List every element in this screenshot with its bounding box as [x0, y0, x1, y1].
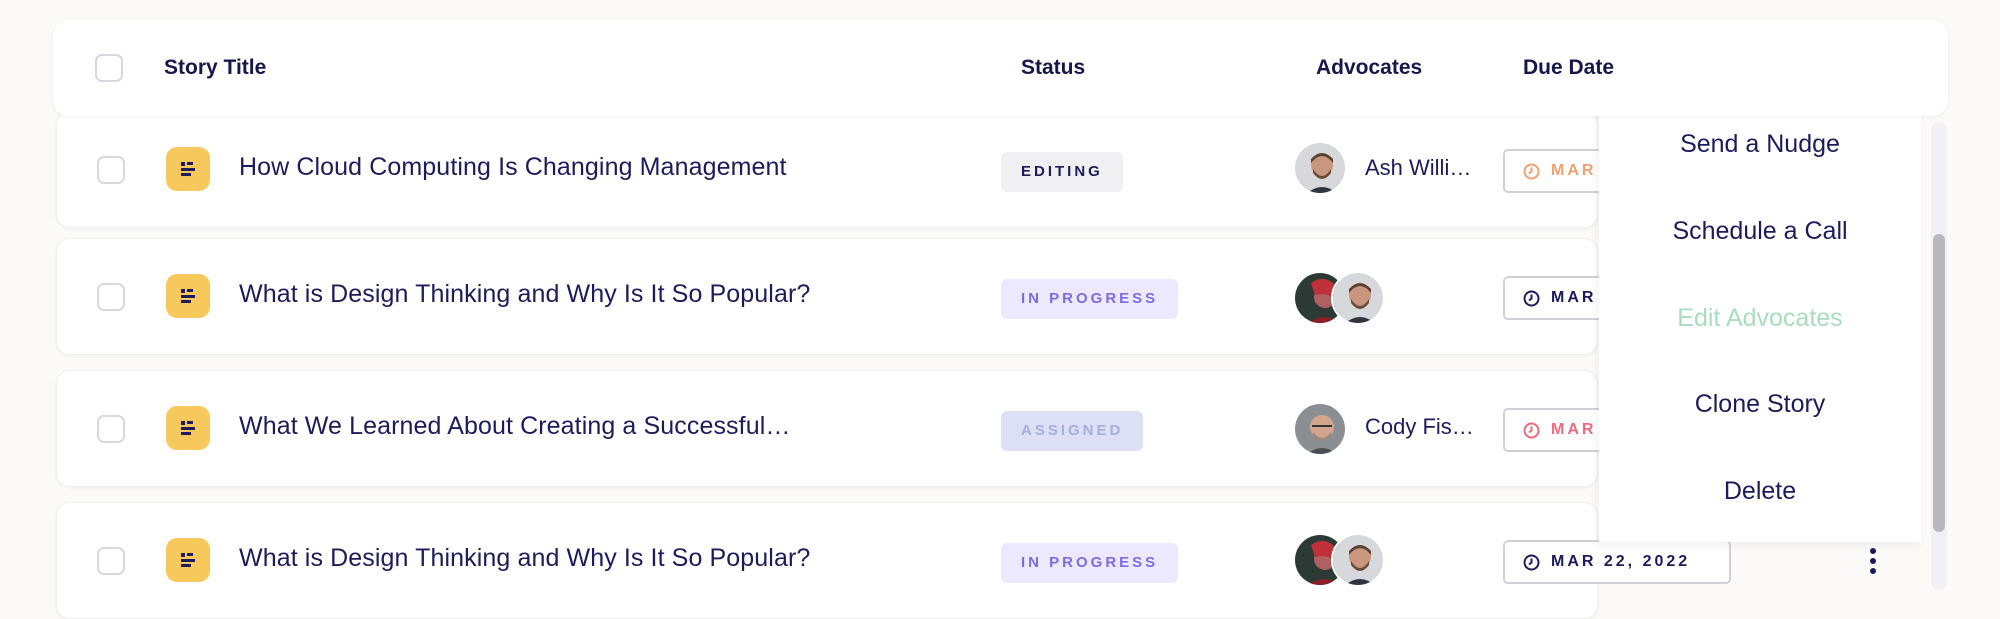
column-header-due-date[interactable]: Due Date — [1523, 56, 1614, 80]
column-header-story-title[interactable]: Story Title — [164, 56, 266, 80]
menu-item-clone-story[interactable]: Clone Story — [1599, 390, 1921, 419]
document-icon — [166, 538, 210, 582]
document-icon — [166, 274, 210, 318]
clock-icon — [1523, 422, 1540, 439]
select-all-checkbox[interactable] — [95, 54, 123, 82]
clock-icon — [1523, 290, 1540, 307]
row-checkbox[interactable] — [97, 547, 125, 575]
status-badge: ASSIGNED — [1001, 411, 1144, 451]
table-row[interactable]: What We Learned About Creating a Success… — [56, 370, 1731, 487]
menu-item-edit-advocates[interactable]: Edit Advocates — [1599, 304, 1921, 333]
due-date-chip[interactable]: MAR 22, 2022 — [1503, 540, 1731, 584]
row-checkbox[interactable] — [97, 283, 125, 311]
story-title[interactable]: What is Design Thinking and Why Is It So… — [239, 544, 810, 573]
status-badge: IN PROGRESS — [1001, 279, 1179, 319]
avatar — [1293, 141, 1347, 195]
row-checkbox[interactable] — [97, 156, 125, 184]
advocate-name: Ash Willi… — [1365, 155, 1472, 180]
story-title[interactable]: What We Learned About Creating a Success… — [239, 412, 790, 441]
menu-item-schedule-call[interactable]: Schedule a Call — [1599, 217, 1921, 246]
more-vertical-icon[interactable] — [1861, 543, 1885, 579]
menu-item-send-nudge[interactable]: Send a Nudge — [1599, 130, 1921, 159]
table-row[interactable]: What is Design Thinking and Why Is It So… — [56, 502, 1876, 619]
avatar — [1331, 271, 1385, 325]
avatar — [1293, 402, 1347, 456]
avatar — [1331, 533, 1385, 587]
clock-icon — [1523, 554, 1540, 571]
due-date-text: MAR 22, 2022 — [1551, 553, 1691, 570]
table-row[interactable]: What is Design Thinking and Why Is It So… — [56, 238, 1731, 355]
document-icon — [166, 406, 210, 450]
status-badge: EDITING — [1001, 152, 1123, 192]
clock-icon — [1523, 163, 1540, 180]
document-icon — [166, 147, 210, 191]
menu-item-delete[interactable]: Delete — [1599, 477, 1921, 506]
status-badge: IN PROGRESS — [1001, 543, 1179, 583]
story-title[interactable]: How Cloud Computing Is Changing Manageme… — [239, 153, 787, 182]
row-checkbox[interactable] — [97, 415, 125, 443]
row-actions-menu: Send a Nudge Schedule a Call Edit Advoca… — [1599, 110, 1921, 542]
column-header-status[interactable]: Status — [1021, 56, 1085, 80]
table-header: Story Title Status Advocates Due Date — [53, 20, 1948, 116]
table-row[interactable]: How Cloud Computing Is Changing Manageme… — [56, 111, 1731, 228]
scrollbar-thumb[interactable] — [1933, 234, 1945, 532]
story-title[interactable]: What is Design Thinking and Why Is It So… — [239, 280, 810, 309]
advocate-name: Cody Fis… — [1365, 414, 1474, 439]
column-header-advocates[interactable]: Advocates — [1316, 56, 1422, 80]
